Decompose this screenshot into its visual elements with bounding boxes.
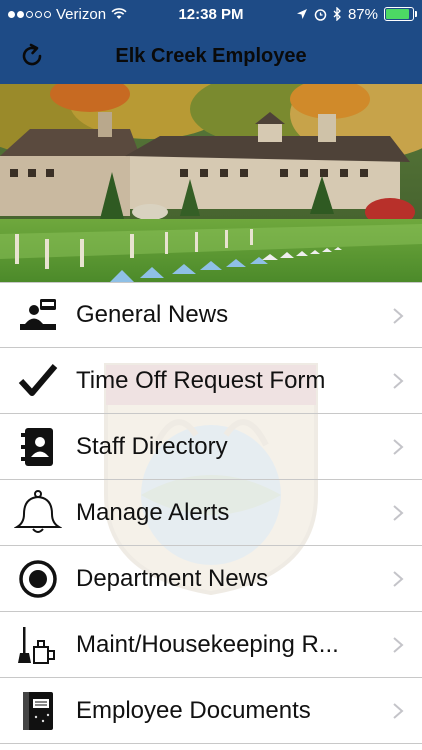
- menu-item-staff-directory[interactable]: Staff Directory: [0, 414, 422, 480]
- menu-item-label: Department News: [76, 564, 269, 592]
- cleaning-supplies-icon: [0, 612, 76, 678]
- signal-strength-icon: [8, 10, 51, 18]
- battery-icon: [384, 7, 417, 21]
- menu-item-general-news[interactable]: General News: [0, 282, 422, 348]
- bell-icon: [0, 480, 76, 546]
- chevron-right-icon: [393, 308, 404, 324]
- chevron-right-icon: [393, 439, 404, 455]
- contacts-book-icon: [0, 414, 76, 480]
- status-left: Verizon: [8, 6, 127, 23]
- carrier-name: Verizon: [56, 5, 107, 23]
- menu-item-maint-housekeeping[interactable]: Maint/Housekeeping R...: [0, 612, 422, 678]
- wifi-icon: [111, 8, 127, 19]
- chevron-right-icon: [393, 703, 404, 719]
- menu-list: General News Time Off Request Form Staff…: [0, 282, 422, 744]
- news-icon: [0, 282, 76, 348]
- menu-item-label: Maint/Housekeeping R...: [76, 630, 339, 658]
- menu-item-department-news[interactable]: Department News: [0, 546, 422, 612]
- chevron-right-icon: [393, 637, 404, 653]
- battery-level: [386, 9, 409, 19]
- checkmark-icon: [0, 348, 76, 414]
- status-bar: Verizon 12:38 PM 87%: [0, 0, 422, 28]
- navigation-bar: Elk Creek Employee: [0, 28, 422, 84]
- bluetooth-icon: [333, 7, 341, 21]
- menu-item-label: Staff Directory: [76, 432, 228, 460]
- menu-item-label: Manage Alerts: [76, 498, 230, 526]
- page-title: Elk Creek Employee: [115, 44, 307, 67]
- chevron-right-icon: [393, 571, 404, 587]
- battery-percent: 87%: [347, 5, 378, 23]
- refresh-icon: [22, 43, 42, 66]
- location-arrow-icon: [296, 9, 307, 19]
- chevron-right-icon: [393, 373, 404, 389]
- notebook-icon: [0, 678, 76, 744]
- menu-item-employee-documents[interactable]: Employee Documents: [0, 678, 422, 744]
- menu-item-time-off-request[interactable]: Time Off Request Form: [0, 348, 422, 414]
- refresh-button[interactable]: [16, 40, 48, 72]
- status-right: 87%: [296, 5, 417, 23]
- hero-image: [0, 84, 422, 282]
- menu-item-label: Time Off Request Form: [76, 366, 326, 394]
- menu-item-manage-alerts[interactable]: Manage Alerts: [0, 480, 422, 546]
- radio-dot-icon: [0, 546, 76, 612]
- chevron-right-icon: [393, 505, 404, 521]
- menu-item-label: General News: [76, 301, 229, 328]
- alarm-clock-icon: [314, 8, 327, 21]
- menu-item-label: Employee Documents: [76, 696, 311, 724]
- clubhouse-photo: [0, 84, 422, 282]
